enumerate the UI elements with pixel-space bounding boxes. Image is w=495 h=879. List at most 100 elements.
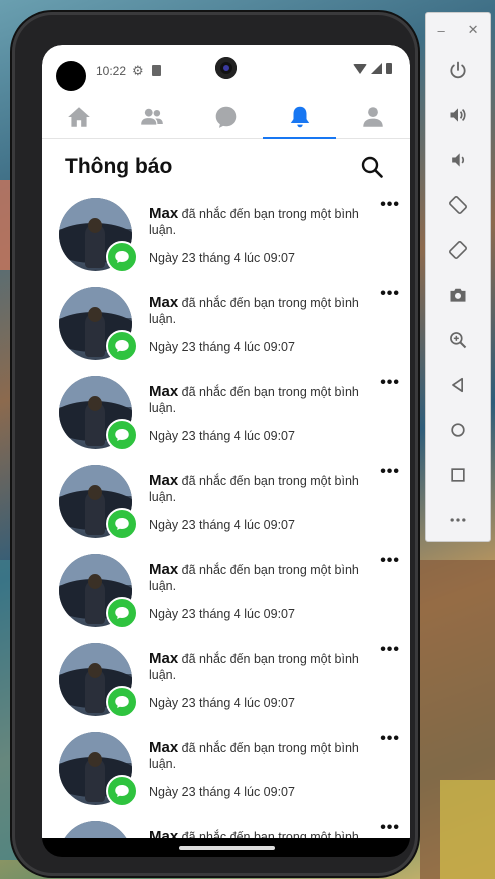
comment-icon [115, 251, 129, 263]
profile-icon [363, 106, 383, 127]
more-options-button[interactable]: ••• [380, 374, 400, 392]
notification-message: đã nhắc đến bạn trong một bình luận. [149, 474, 359, 504]
screenshot-button[interactable] [426, 272, 490, 317]
notification-actor: Max [149, 650, 179, 667]
comment-icon [115, 696, 129, 708]
notification-time: Ngày 23 tháng 4 lúc 09:07 [149, 429, 295, 443]
more-button[interactable] [426, 497, 490, 542]
rotate-left-button[interactable] [426, 182, 490, 227]
sim-status-icon [152, 65, 161, 76]
close-button[interactable]: ✕ [468, 22, 479, 38]
tab-friends[interactable] [116, 95, 190, 138]
tab-notifications[interactable] [262, 95, 337, 139]
settings-status-icon: ⚙ [132, 63, 144, 78]
page-title: Thông báo [65, 155, 173, 178]
notification-item[interactable]: Max đã nhắc đến bạn trong một bình luận.… [42, 373, 410, 462]
comment-icon [115, 518, 129, 530]
camera-icon [215, 57, 237, 79]
notification-message: đã nhắc đến bạn trong một bình luận. [181, 830, 359, 838]
home-icon [67, 106, 90, 127]
chat-icon [215, 106, 237, 128]
notification-text: Max đã nhắc đến bạn trong một bình luận. [149, 473, 374, 505]
notification-actor: Max [149, 739, 179, 756]
home-button[interactable] [426, 407, 490, 452]
back-button[interactable] [426, 362, 490, 407]
volume-up-button[interactable] [426, 92, 490, 137]
phone-screen: 10:22 ⚙ Thông báo Max đã nhắc đến bạn tr… [42, 45, 410, 857]
notification-item[interactable]: Max đã nhắc đến bạn trong một bình luận.… [42, 640, 410, 729]
notification-text: Max đã nhắc đến bạn trong một bình luận. [149, 740, 374, 772]
search-button[interactable] [358, 153, 386, 181]
overview-icon [451, 467, 465, 482]
notification-time: Ngày 23 tháng 4 lúc 09:07 [149, 340, 295, 354]
notification-item[interactable]: Max đã nhắc đến bạn trong một bình luận.… [42, 195, 410, 284]
notification-text: Max đã nhắc đến bạn trong một bình luận. [149, 562, 374, 594]
search-icon [361, 156, 383, 178]
more-options-button[interactable]: ••• [380, 285, 400, 303]
tab-bar [42, 95, 410, 139]
notification-message: đã nhắc đến bạn trong một bình luận. [149, 385, 359, 415]
comment-badge [106, 330, 138, 362]
more-options-button[interactable]: ••• [380, 463, 400, 481]
zoom-icon [450, 331, 467, 348]
signal-icon [371, 63, 382, 74]
notification-actor: Max [149, 205, 179, 222]
more-options-button[interactable]: ••• [380, 730, 400, 748]
notification-message: đã nhắc đến bạn trong một bình luận. [149, 296, 359, 326]
minimize-button[interactable]: – [437, 23, 444, 38]
more-options-button[interactable]: ••• [380, 552, 400, 570]
power-button[interactable] [426, 47, 490, 92]
notification-item[interactable]: Max đã nhắc đến bạn trong một bình luận.… [42, 284, 410, 373]
friends-icon [141, 108, 164, 125]
notification-message: đã nhắc đến bạn trong một bình luận. [149, 207, 359, 237]
notification-actor: Max [149, 828, 179, 839]
notification-list: Max đã nhắc đến bạn trong một bình luận.… [42, 195, 410, 838]
notification-time: Ngày 23 tháng 4 lúc 09:07 [149, 518, 295, 532]
notification-actor: Max [149, 561, 179, 578]
notification-message: đã nhắc đến bạn trong một bình luận. [149, 741, 359, 771]
comment-badge [106, 686, 138, 718]
notification-message: đã nhắc đến bạn trong một bình luận. [149, 652, 359, 682]
comment-badge [106, 419, 138, 451]
status-bar: 10:22 ⚙ [42, 45, 410, 95]
rotate-left-icon [449, 195, 467, 214]
comment-badge [106, 508, 138, 540]
notification-time: Ngày 23 tháng 4 lúc 09:07 [149, 785, 295, 799]
battery-icon [386, 63, 392, 74]
power-icon [450, 61, 466, 78]
notification-item[interactable]: Max đã nhắc đến bạn trong một bình luận.… [42, 729, 410, 818]
comment-icon [115, 607, 129, 619]
tab-profile[interactable] [336, 95, 410, 138]
zoom-button[interactable] [426, 317, 490, 362]
avatar [59, 821, 132, 838]
back-icon [452, 377, 463, 392]
comment-badge [106, 597, 138, 629]
overview-button[interactable] [426, 452, 490, 497]
notification-time: Ngày 23 tháng 4 lúc 09:07 [149, 696, 295, 710]
comment-icon [115, 785, 129, 797]
rotate-right-button[interactable] [426, 227, 490, 272]
comment-icon [115, 340, 129, 352]
notification-item[interactable]: Max đã nhắc đến bạn trong một bình luận.… [42, 818, 410, 838]
more-options-button[interactable]: ••• [380, 196, 400, 214]
status-time: 10:22 [96, 64, 127, 78]
more-options-button[interactable]: ••• [380, 819, 400, 837]
front-camera-cutout [56, 61, 86, 91]
volume-down-button[interactable] [426, 137, 490, 182]
notification-text: Max đã nhắc đến bạn trong một bình luận. [149, 828, 374, 839]
notification-item[interactable]: Max đã nhắc đến bạn trong một bình luận.… [42, 462, 410, 551]
notification-text: Max đã nhắc đến bạn trong một bình luận. [149, 206, 374, 238]
notification-actor: Max [149, 383, 179, 400]
more-options-button[interactable]: ••• [380, 641, 400, 659]
rotate-right-icon [449, 240, 467, 259]
gesture-home-bar[interactable] [179, 846, 275, 850]
tab-chat[interactable] [189, 95, 263, 138]
tab-home[interactable] [42, 95, 116, 138]
volume-up-icon [450, 107, 466, 122]
page-header: Thông báo [42, 139, 410, 195]
more-icon [450, 517, 466, 522]
notification-item[interactable]: Max đã nhắc đến bạn trong một bình luận.… [42, 551, 410, 640]
camera-icon [450, 288, 466, 302]
volume-down-icon [452, 152, 465, 167]
notification-text: Max đã nhắc đến bạn trong một bình luận. [149, 295, 374, 327]
